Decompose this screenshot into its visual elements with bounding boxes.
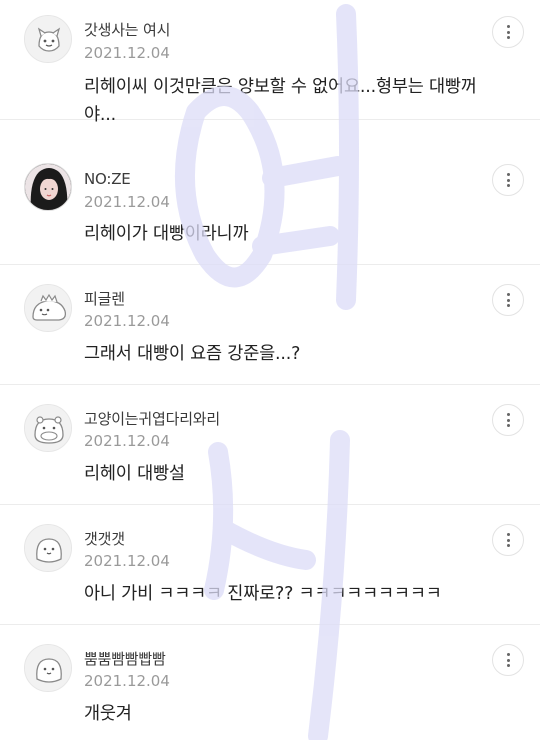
comment-date: 2021.12.04 xyxy=(84,432,170,450)
comment-text: 아니 가비 ㅋㅋㅋㅋ 진짜로?? ㅋㅋㅋㅋㅋㅋㅋㅋㅋ xyxy=(84,584,442,604)
comment-item: 갯갯갯 2021.12.04 아니 가비 ㅋㅋㅋㅋ 진짜로?? ㅋㅋㅋㅋㅋㅋㅋㅋ… xyxy=(0,505,540,625)
more-options-icon[interactable] xyxy=(492,644,524,676)
blob-face-icon[interactable] xyxy=(24,644,72,692)
comment-text: 리헤이 대빵설 xyxy=(84,464,185,484)
comment-text: 그래서 대빵이 요즘 강준을...? xyxy=(84,344,301,364)
comment-nickname[interactable]: 고양이는귀엽다리와리 xyxy=(84,408,220,429)
more-options-icon[interactable] xyxy=(492,524,524,556)
more-options-icon[interactable] xyxy=(492,16,524,48)
comment-item: 뿜뿜빰빰빱빰 2021.12.04 개웃겨 xyxy=(0,625,540,740)
comment-date: 2021.12.04 xyxy=(84,312,170,330)
comment-list: 갓생사는 여시 2021.12.04 리헤이씨 이것만큼은 양보할 수 없어요.… xyxy=(0,0,540,740)
comment-text: 리헤이가 대빵이라니까 xyxy=(84,224,249,244)
more-options-icon[interactable] xyxy=(492,164,524,196)
comment-nickname[interactable]: 갓생사는 여시 xyxy=(84,19,170,40)
blob-face-icon[interactable] xyxy=(24,524,72,572)
fox-face-icon[interactable] xyxy=(24,15,72,63)
comment-text: 개웃겨 xyxy=(84,704,132,724)
user-photo-avatar[interactable] xyxy=(24,163,72,211)
comment-item: NO:ZE 2021.12.04 리헤이가 대빵이라니까 xyxy=(0,150,540,265)
comment-date: 2021.12.04 xyxy=(84,193,170,211)
more-options-icon[interactable] xyxy=(492,284,524,316)
dinosaur-icon[interactable] xyxy=(24,284,72,332)
comment-date: 2021.12.04 xyxy=(84,552,170,570)
more-options-icon[interactable] xyxy=(492,404,524,436)
hippo-icon[interactable] xyxy=(24,404,72,452)
comment-item: 고양이는귀엽다리와리 2021.12.04 리헤이 대빵설 xyxy=(0,385,540,505)
comment-date: 2021.12.04 xyxy=(84,672,170,690)
comment-item: 갓생사는 여시 2021.12.04 리헤이씨 이것만큼은 양보할 수 없어요.… xyxy=(0,0,540,125)
comment-nickname[interactable]: 뿜뿜빰빰빱빰 xyxy=(84,648,166,669)
comment-item: 피글렌 2021.12.04 그래서 대빵이 요즘 강준을...? xyxy=(0,265,540,385)
comment-nickname[interactable]: 피글렌 xyxy=(84,288,125,309)
comment-date: 2021.12.04 xyxy=(84,44,170,62)
comment-nickname[interactable]: 갯갯갯 xyxy=(84,528,125,549)
comment-text: 리헤이씨 이것만큼은 양보할 수 없어요...형부는 대빵꺼야... xyxy=(84,77,477,125)
comment-nickname[interactable]: NO:ZE xyxy=(84,170,131,188)
